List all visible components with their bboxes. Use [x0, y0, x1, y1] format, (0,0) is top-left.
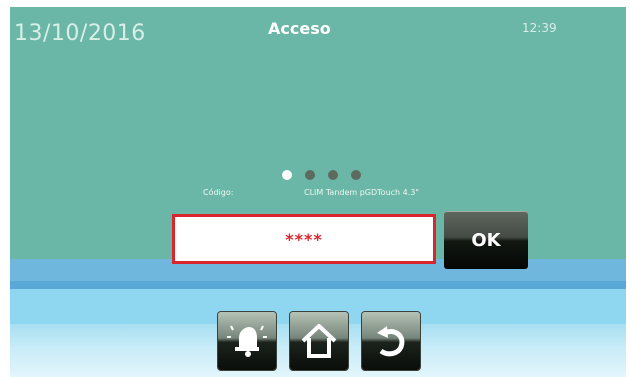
page-title: Acceso — [268, 19, 331, 38]
page-dot-active — [282, 170, 292, 180]
password-mask: **** — [285, 229, 323, 249]
page-indicator — [282, 170, 361, 180]
background-band-line — [10, 281, 626, 289]
code-label: Código: — [203, 188, 234, 197]
page-dot — [328, 170, 338, 180]
back-button[interactable] — [362, 312, 420, 370]
alarm-button[interactable] — [218, 312, 276, 370]
home-button[interactable] — [290, 312, 348, 370]
home-icon — [301, 324, 337, 358]
time-display: 12:39 — [522, 21, 557, 35]
alarm-bell-icon — [227, 325, 267, 357]
back-icon — [377, 326, 405, 357]
device-label: CLIM Tandem pGDTouch 4.3" — [304, 188, 420, 197]
date-display: 13/10/2016 — [14, 21, 146, 46]
touch-screen: 13/10/2016 Acceso 12:39 Código: CLIM Tan… — [10, 7, 626, 377]
page-dot — [351, 170, 361, 180]
password-input[interactable]: **** — [172, 214, 436, 264]
ok-label: OK — [471, 229, 501, 251]
page-dot — [305, 170, 315, 180]
ok-button[interactable]: OK — [444, 211, 528, 269]
